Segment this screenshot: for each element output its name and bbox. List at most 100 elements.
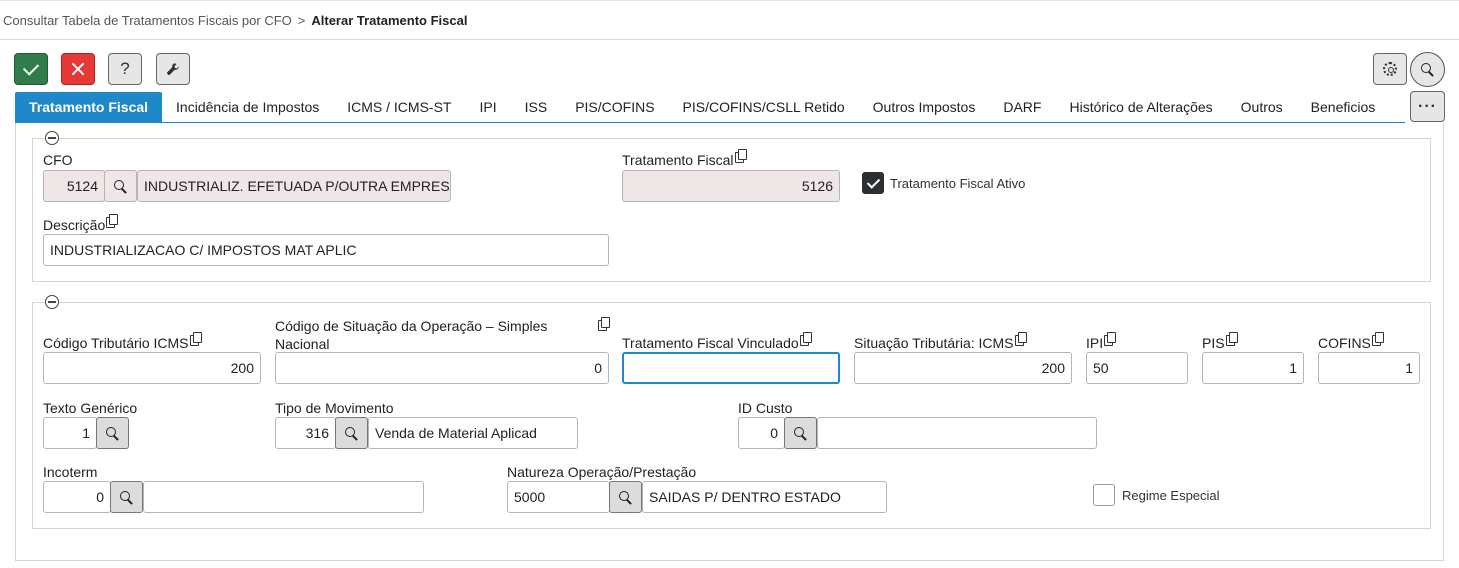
settings-button[interactable] <box>1373 53 1407 85</box>
gear-icon <box>1383 62 1397 76</box>
copy-icon[interactable] <box>189 332 202 346</box>
copy-icon[interactable] <box>1225 332 1238 346</box>
search-icon <box>619 490 632 504</box>
regime-especial-checkbox[interactable] <box>1093 484 1115 506</box>
cofins-label-text: COFINS <box>1318 335 1371 351</box>
incoterm-code-field[interactable] <box>43 481 111 513</box>
tab-historico-alteracoes[interactable]: Histórico de Alterações <box>1055 92 1226 122</box>
texto-generico-field[interactable] <box>43 417 97 449</box>
search-icon <box>120 490 133 504</box>
tipo-movimento-description: Venda de Material Aplicad <box>368 417 578 449</box>
tratamento-ativo-checkbox[interactable] <box>862 172 884 194</box>
breadcrumb-current: Alterar Tratamento Fiscal <box>311 12 468 28</box>
ipi-field[interactable] <box>1086 352 1188 384</box>
id-custo-label: ID Custo <box>738 400 793 416</box>
codigo-tributario-icms-label: Código Tributário ICMS <box>43 332 202 351</box>
codigo-situacao-simples-label: Código de Situação da Operação – Simples… <box>275 318 548 352</box>
copy-icon[interactable] <box>1104 332 1117 346</box>
pis-label-text: PIS <box>1202 335 1225 351</box>
tab-pis-cofins[interactable]: PIS/COFINS <box>561 92 668 122</box>
copy-icon[interactable] <box>106 214 119 228</box>
natureza-operacao-label: Natureza Operação/Prestação <box>507 464 697 480</box>
tab-outros[interactable]: Outros <box>1227 92 1297 122</box>
wrench-icon <box>167 63 179 75</box>
copy-icon[interactable] <box>799 332 812 346</box>
cfo-code-field[interactable] <box>43 170 105 202</box>
breadcrumb-separator: > <box>297 12 306 28</box>
codigo-tributario-icms-label-text: Código Tributário ICMS <box>43 335 189 351</box>
search-icon <box>106 426 119 440</box>
tratamento-vinculado-field[interactable] <box>622 352 840 384</box>
collapse-section-general-icon[interactable] <box>45 131 59 145</box>
help-icon: ? <box>120 59 130 78</box>
copy-icon[interactable] <box>1014 332 1027 346</box>
cfo-description: INDUSTRIALIZ. EFETUADA P/OUTRA EMPRESA <box>137 170 451 202</box>
id-custo-code-field[interactable] <box>738 417 785 449</box>
tipo-movimento-code-field[interactable] <box>275 417 336 449</box>
codigo-situacao-simples-field[interactable] <box>275 352 609 384</box>
more-tabs-button[interactable]: ··· <box>1410 91 1445 122</box>
breadcrumb-parent-link[interactable]: Consultar Tabela de Tratamentos Fiscais … <box>3 13 292 28</box>
regime-especial-label: Regime Especial <box>1122 488 1220 503</box>
cfo-label: CFO <box>43 152 73 168</box>
copy-icon[interactable] <box>598 317 610 331</box>
ipi-label: IPI <box>1086 332 1117 351</box>
incoterm-description <box>143 481 424 513</box>
natureza-operacao-description: SAIDAS P/ DENTRO ESTADO <box>642 481 887 513</box>
check-icon <box>22 58 40 76</box>
pis-label: PIS <box>1202 332 1238 351</box>
cofins-label: COFINS <box>1318 332 1384 351</box>
search-icon <box>794 426 807 440</box>
descricao-field[interactable] <box>43 234 609 266</box>
tratamento-fiscal-label-text: Tratamento Fiscal <box>622 152 734 168</box>
texto-generico-label: Texto Genérico <box>43 400 138 416</box>
tratamento-fiscal-label: Tratamento Fiscal <box>622 149 747 168</box>
ipi-label-text: IPI <box>1086 335 1104 351</box>
tools-button[interactable] <box>156 53 190 85</box>
tab-iss[interactable]: ISS <box>511 92 562 122</box>
cfo-lookup-button[interactable] <box>104 170 137 202</box>
search-icon <box>1421 63 1434 76</box>
copy-icon[interactable] <box>734 149 747 163</box>
descricao-label-text: Descrição <box>43 217 106 233</box>
cofins-field[interactable] <box>1318 352 1420 384</box>
situacao-tributaria-icms-label-text: Situação Tributária: ICMS <box>854 335 1014 351</box>
tipo-movimento-label: Tipo de Movimento <box>275 400 394 416</box>
copy-icon[interactable] <box>1371 332 1384 346</box>
tratamento-vinculado-label-text: Tratamento Fiscal Vinculado <box>622 335 799 351</box>
id-custo-description <box>817 417 1097 449</box>
situacao-tributaria-icms-label: Situação Tributária: ICMS <box>854 332 1027 351</box>
codigo-tributario-icms-field[interactable] <box>43 352 261 384</box>
search-button[interactable] <box>1410 52 1445 87</box>
tab-tratamento-fiscal[interactable]: Tratamento Fiscal <box>15 92 163 122</box>
tab-incidencia-impostos[interactable]: Incidência de Impostos <box>162 92 333 122</box>
breadcrumb: Consultar Tabela de Tratamentos Fiscais … <box>0 0 1459 40</box>
texto-generico-lookup-button[interactable] <box>96 417 129 449</box>
confirm-button[interactable] <box>14 53 48 85</box>
id-custo-lookup-button[interactable] <box>784 417 817 449</box>
tab-ipi[interactable]: IPI <box>465 92 510 122</box>
close-icon <box>71 62 85 76</box>
tab-pis-cofins-csll-retido[interactable]: PIS/COFINS/CSLL Retido <box>669 92 859 122</box>
search-icon <box>345 426 358 440</box>
incoterm-label: Incoterm <box>43 464 98 480</box>
tipo-movimento-lookup-button[interactable] <box>335 417 368 449</box>
tab-icms-icms-st[interactable]: ICMS / ICMS-ST <box>333 92 465 122</box>
tratamento-vinculado-label: Tratamento Fiscal Vinculado <box>622 332 812 351</box>
help-button[interactable]: ? <box>108 53 142 85</box>
search-icon <box>114 179 127 193</box>
situacao-tributaria-icms-field[interactable] <box>854 352 1072 384</box>
tab-beneficios[interactable]: Beneficios <box>1297 92 1390 122</box>
collapse-section-tributacao-icon[interactable] <box>45 295 59 309</box>
incoterm-lookup-button[interactable] <box>110 481 143 513</box>
tab-bar: Tratamento Fiscal Incidência de Impostos… <box>15 92 1389 122</box>
tratamento-ativo-label: Tratamento Fiscal Ativo <box>890 176 1026 191</box>
natureza-operacao-code-field[interactable] <box>507 481 610 513</box>
tab-darf[interactable]: DARF <box>989 92 1055 122</box>
tab-outros-impostos[interactable]: Outros Impostos <box>859 92 990 122</box>
natureza-operacao-lookup-button[interactable] <box>609 481 642 513</box>
descricao-label: Descrição <box>43 214 119 233</box>
cancel-button[interactable] <box>61 53 95 85</box>
pis-field[interactable] <box>1202 352 1304 384</box>
tratamento-fiscal-field[interactable] <box>622 170 840 202</box>
